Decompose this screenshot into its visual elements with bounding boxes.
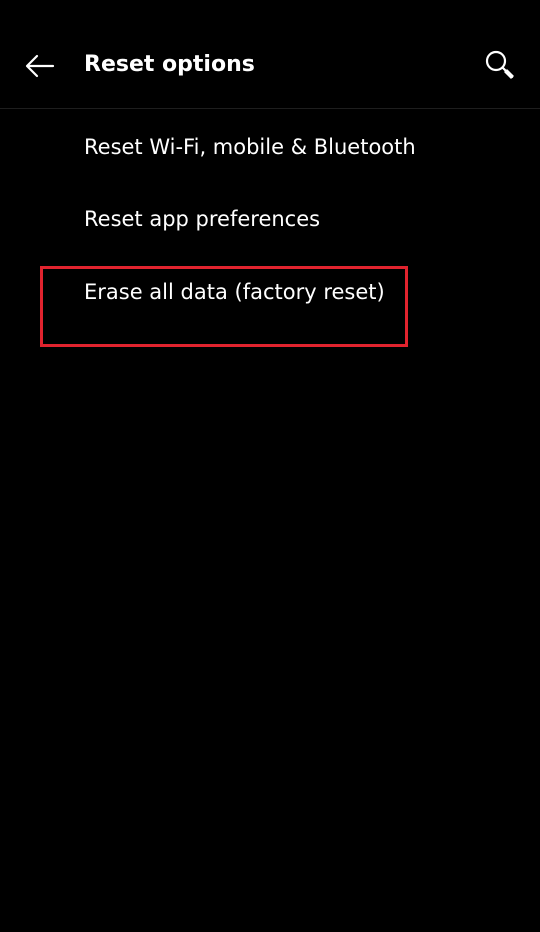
option-label: Reset app preferences: [84, 207, 321, 231]
search-button[interactable]: [474, 39, 526, 91]
option-reset-network[interactable]: Reset Wi-Fi, mobile & Bluetooth: [0, 112, 540, 184]
option-reset-app-preferences[interactable]: Reset app preferences: [0, 184, 540, 256]
arrow-left-icon: [25, 54, 55, 78]
app-bar: Reset options: [0, 0, 540, 109]
option-label: Erase all data (factory reset): [84, 280, 385, 304]
back-button[interactable]: [14, 40, 66, 92]
option-label: Reset Wi-Fi, mobile & Bluetooth: [84, 135, 416, 159]
page-title: Reset options: [84, 52, 255, 77]
search-icon: [485, 50, 514, 79]
option-factory-reset[interactable]: Erase all data (factory reset): [0, 257, 540, 329]
